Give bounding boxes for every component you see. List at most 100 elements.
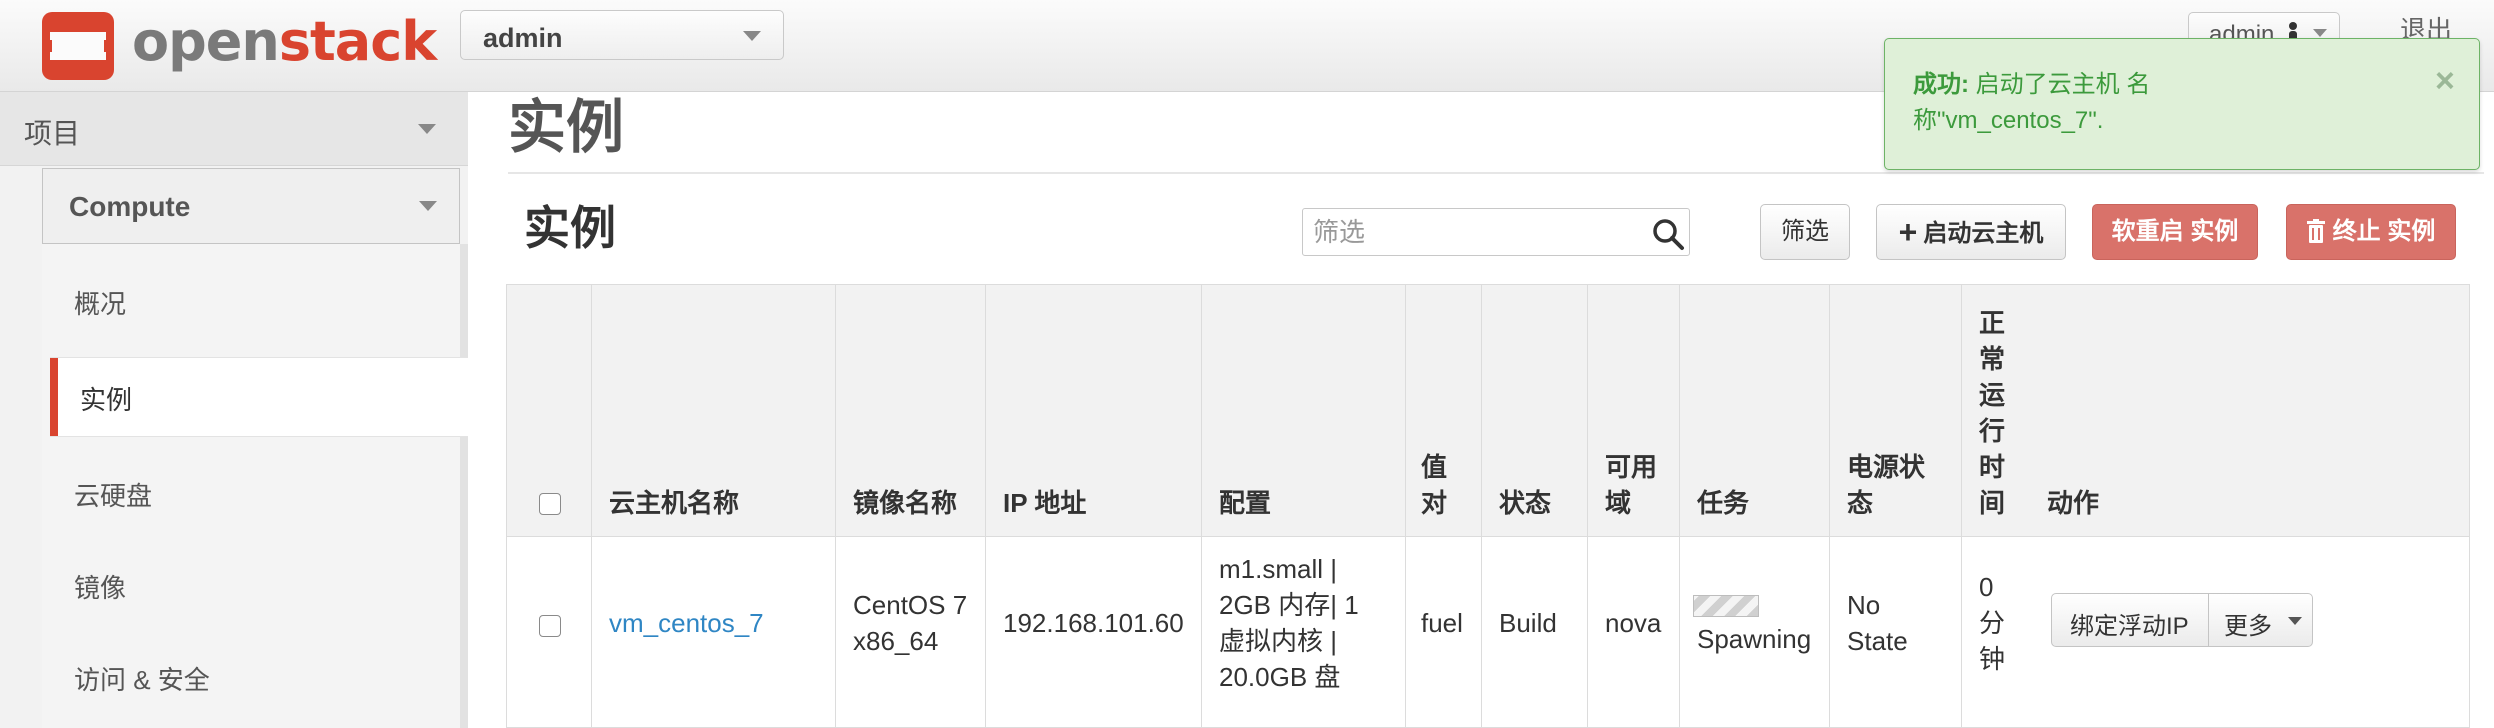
header-flavor[interactable]: 配置	[1219, 485, 1271, 521]
column-divider	[591, 285, 592, 728]
soft-reboot-button[interactable]: 软重启 实例	[2092, 204, 2258, 260]
page-title: 实例	[508, 93, 625, 161]
status-cell: Build	[1499, 608, 1557, 638]
keypair-cell: fuel	[1421, 608, 1463, 638]
header-keypair-line: 值	[1421, 452, 1448, 482]
sidebar: 项目 Compute 概况 实例 云硬盘 镜像 访问 & 安全	[0, 92, 468, 728]
flavor-line: 虚拟内核 |	[1219, 626, 1337, 656]
openstack-wordmark: openstack	[132, 10, 437, 73]
table-title: 实例	[524, 201, 616, 255]
launch-instance-label: 启动云主机	[1923, 220, 2044, 247]
flavor-line: 2GB 内存| 1	[1219, 590, 1359, 620]
header-image-name[interactable]: 镜像名称	[853, 485, 957, 521]
uptime-cell: 0 分 钟	[1979, 569, 2005, 677]
alert-title: 成功:	[1913, 71, 1969, 98]
success-alert: 成功: 启动了云主机 名称"vm_centos_7". ×	[1884, 38, 2480, 170]
header-uptime-char: 间	[1979, 488, 2006, 518]
filter-field[interactable]	[1302, 208, 1690, 256]
alert-message: 成功: 启动了云主机 名称"vm_centos_7".	[1913, 67, 2413, 139]
header-keypair-line: 对	[1421, 488, 1448, 518]
table-header	[507, 285, 2469, 537]
select-all-checkbox[interactable]	[539, 493, 561, 515]
column-divider	[1201, 285, 1202, 728]
power-state-cell: No State	[1847, 587, 1908, 659]
flavor-cell: m1.small | 2GB 内存| 1 虚拟内核 | 20.0GB 盘	[1219, 551, 1359, 695]
row-action-group: 绑定浮动IP 更多	[2051, 593, 2313, 647]
more-actions-button[interactable]: 更多	[2224, 606, 2272, 641]
image-name-line: x86_64	[853, 626, 939, 656]
ip-address-cell: 192.168.101.60	[1003, 608, 1184, 638]
row-checkbox[interactable]	[539, 615, 561, 637]
terminate-instances-button[interactable]: 终止 实例	[2286, 204, 2456, 260]
header-keypair[interactable]: 值 对	[1421, 449, 1447, 521]
chevron-down-icon	[743, 31, 761, 41]
column-divider	[1679, 285, 1680, 728]
sidebar-item-access-security[interactable]: 访问 & 安全	[74, 660, 210, 697]
instance-name-link[interactable]: vm_centos_7	[609, 605, 764, 641]
instances-table: 云主机名称 镜像名称 IP 地址 配置 值 对 状态 可用 域 任务 电源状 态…	[506, 284, 2470, 728]
image-name-line: CentOS 7	[853, 590, 968, 620]
close-icon[interactable]: ×	[2435, 61, 2455, 101]
header-task[interactable]: 任务	[1697, 485, 1749, 521]
chevron-down-icon	[419, 201, 437, 211]
flavor-line: 20.0GB 盘	[1219, 662, 1341, 692]
sidebar-item-label: 实例	[80, 385, 133, 415]
alert-text-line: 启动了云主机 名	[1969, 71, 2151, 98]
sidebar-section-label: 项目	[24, 118, 81, 149]
image-name-cell: CentOS 7 x86_64	[853, 587, 967, 659]
sidebar-section-label: Compute	[69, 191, 191, 222]
flavor-line: m1.small |	[1219, 554, 1337, 584]
power-state-line: No	[1847, 590, 1881, 620]
trash-icon	[2306, 219, 2325, 243]
sidebar-section-project[interactable]: 项目	[0, 92, 468, 166]
task-cell: Spawning	[1697, 624, 1812, 654]
column-divider	[1587, 285, 1588, 728]
openstack-logo-icon	[42, 12, 114, 80]
header-uptime-char: 运	[1979, 380, 2006, 410]
header-actions: 动作	[2047, 488, 2100, 518]
column-divider	[835, 285, 836, 728]
search-icon[interactable]	[1651, 217, 1685, 251]
filter-input[interactable]	[1313, 215, 1633, 249]
filter-button[interactable]: 筛选	[1760, 204, 1850, 260]
uptime-char: 0	[1979, 572, 1994, 602]
sidebar-scrollbar[interactable]	[460, 244, 468, 728]
header-instance-name[interactable]: 云主机名称	[609, 485, 739, 521]
power-state-line: State	[1847, 626, 1908, 656]
header-power-line: 态	[1847, 488, 1874, 518]
terminate-instances-label: 终止 实例	[2332, 218, 2436, 245]
column-divider	[1961, 285, 1962, 728]
column-divider	[1829, 285, 1830, 728]
header-az-line: 域	[1605, 488, 1632, 518]
plus-icon: +	[1898, 214, 1918, 250]
sidebar-item-overview[interactable]: 概况	[74, 284, 126, 321]
header-uptime[interactable]: 正 常 运 行 时 间	[1979, 305, 2005, 521]
associate-floating-ip-button[interactable]: 绑定浮动IP	[2070, 606, 2189, 641]
column-divider	[1481, 285, 1482, 728]
project-selector-label: admin	[483, 23, 563, 53]
task-progress-bar	[1693, 595, 1759, 617]
header-power-line: 电源状	[1847, 452, 1926, 482]
header-ip-address[interactable]: IP 地址	[1003, 485, 1086, 521]
header-az-line: 可用	[1605, 452, 1658, 482]
alert-text-line: 称"vm_centos_7".	[1913, 107, 2104, 134]
header-power-state[interactable]: 电源状 态	[1847, 449, 1925, 521]
header-uptime-char: 常	[1979, 344, 2006, 374]
sidebar-item-volumes[interactable]: 云硬盘	[74, 476, 152, 513]
openstack-logo[interactable]: openstack	[40, 6, 437, 86]
header-uptime-char: 正	[1979, 308, 2006, 338]
sidebar-item-images[interactable]: 镜像	[74, 568, 126, 605]
uptime-char: 分	[1979, 608, 2006, 638]
header-status[interactable]: 状态	[1499, 485, 1551, 521]
sidebar-section-compute[interactable]: Compute	[42, 168, 460, 244]
column-divider	[985, 285, 986, 728]
header-uptime-char: 时	[1979, 452, 2006, 482]
header-availability-zone[interactable]: 可用 域	[1605, 449, 1657, 521]
chevron-down-icon	[2288, 617, 2302, 625]
chevron-down-icon	[2313, 29, 2327, 37]
sidebar-item-instances[interactable]: 实例	[50, 358, 468, 436]
chevron-down-icon	[418, 124, 436, 134]
launch-instance-button[interactable]: + 启动云主机	[1876, 204, 2066, 260]
column-divider	[1405, 285, 1406, 728]
project-selector[interactable]: admin	[460, 10, 784, 60]
